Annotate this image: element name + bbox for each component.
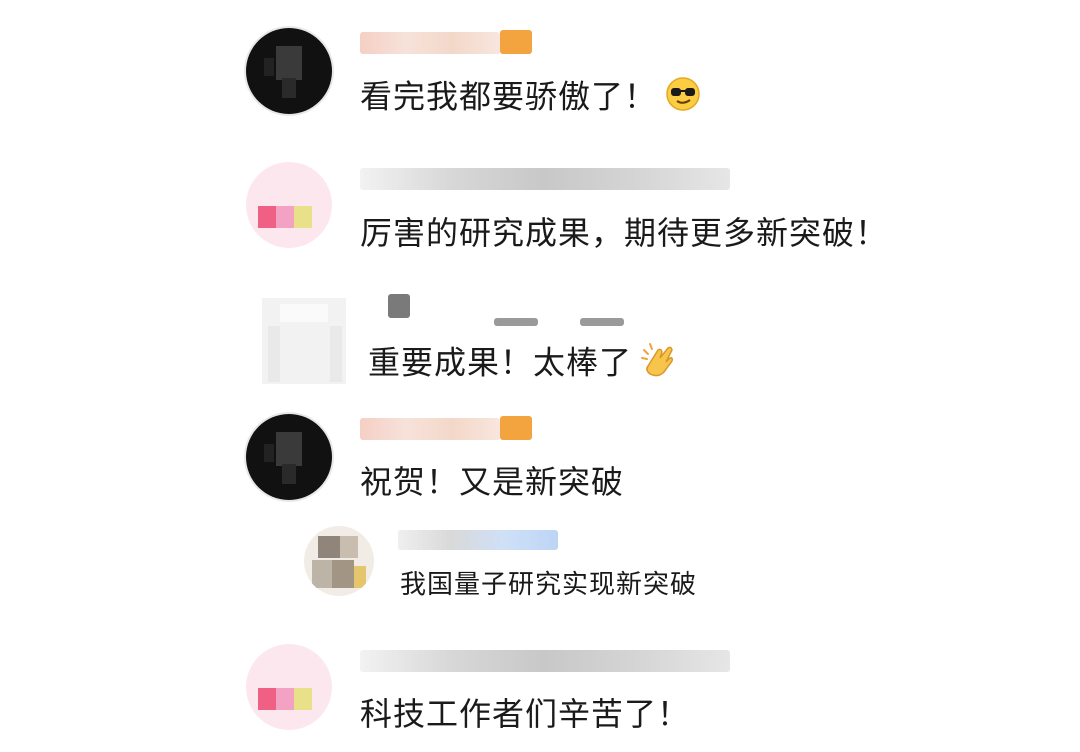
username-blurred[interactable] <box>360 168 730 190</box>
sunglasses-face-icon <box>665 76 701 121</box>
avatar[interactable] <box>246 414 332 500</box>
avatar[interactable] <box>304 526 374 596</box>
reply-text: 我国量子研究实现新突破 <box>400 570 698 600</box>
comment-item: 厉害的研究成果，期待更多新突破！ <box>0 140 1080 270</box>
avatar[interactable] <box>246 644 332 730</box>
username-blurred[interactable] <box>580 318 624 326</box>
comment-text: 厉害的研究成果，期待更多新突破！ <box>360 214 889 252</box>
username-blurred[interactable] <box>388 294 410 318</box>
comment-text: 看完我都要骄傲了！ <box>360 76 701 121</box>
reply-item: 我国量子研究实现新突破 <box>0 516 1080 616</box>
avatar[interactable] <box>262 298 346 384</box>
clapping-hands-icon <box>640 340 680 389</box>
username-blurred[interactable] <box>494 318 538 326</box>
username-blurred[interactable] <box>360 650 730 672</box>
username-blurred[interactable] <box>360 32 500 54</box>
comment-text: 科技工作者们辛苦了！ <box>360 695 691 733</box>
user-badge <box>500 416 532 440</box>
comment-item: 看完我都要骄傲了！ <box>0 0 1080 130</box>
comment-item: 重要成果！太棒了 <box>0 280 1080 400</box>
avatar[interactable] <box>246 162 332 248</box>
comment-item: 祝贺！又是新突破 <box>0 400 1080 510</box>
user-badge <box>500 30 532 54</box>
comment-item: 科技工作者们辛苦了！ <box>0 630 1080 752</box>
comment-text: 祝贺！又是新突破 <box>360 463 625 501</box>
username-blurred[interactable] <box>360 418 500 440</box>
username-blurred[interactable] <box>398 530 558 550</box>
comment-text: 重要成果！太棒了 <box>368 340 680 389</box>
avatar[interactable] <box>246 28 332 114</box>
